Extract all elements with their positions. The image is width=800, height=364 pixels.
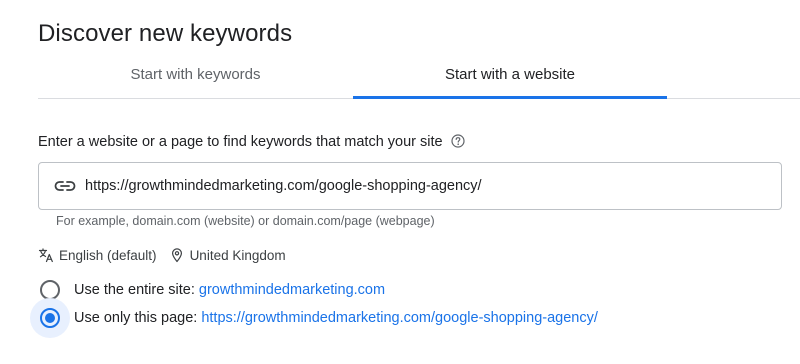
page-title: Discover new keywords — [38, 20, 293, 47]
radio-selected-dot — [45, 313, 55, 323]
tab-label: Start with keywords — [130, 66, 261, 83]
language-selector[interactable]: English (default) — [38, 247, 157, 263]
url-value[interactable]: https://growthmindedmarketing.com/google… — [85, 178, 482, 194]
option-label: Use the entire site: — [74, 282, 195, 298]
entire-site-radio[interactable] — [40, 280, 60, 300]
this-page-option[interactable]: Use only this page: https://growthminded… — [30, 298, 598, 338]
targeting-row: English (default) United Kingdom — [38, 247, 286, 263]
tab-label: Start with a website — [444, 66, 576, 83]
help-circle-icon[interactable] — [451, 133, 465, 148]
this-page-link[interactable]: https://growthmindedmarketing.com/google… — [201, 310, 598, 326]
option-label: Use only this page: — [74, 310, 198, 326]
translate-icon — [38, 247, 54, 263]
tab-start-with-website[interactable]: Start with a website — [353, 52, 667, 99]
website-url-input[interactable]: https://growthmindedmarketing.com/google… — [38, 162, 782, 210]
entire-site-link[interactable]: growthmindedmarketing.com — [199, 282, 385, 298]
location-label: United Kingdom — [189, 247, 286, 263]
language-label: English (default) — [59, 247, 157, 263]
radio-target[interactable] — [30, 298, 70, 338]
instruction-text: Enter a website or a page to find keywor… — [38, 134, 443, 150]
link-icon — [53, 174, 77, 198]
website-instruction: Enter a website or a page to find keywor… — [38, 133, 465, 150]
location-selector[interactable]: United Kingdom — [169, 247, 286, 263]
location-pin-icon — [169, 247, 185, 263]
this-page-radio[interactable] — [40, 308, 60, 328]
tab-start-with-keywords[interactable]: Start with keywords — [38, 52, 353, 97]
tab-bar: Start with keywords Start with a website — [38, 52, 800, 99]
input-hint: For example, domain.com (website) or dom… — [56, 214, 435, 228]
